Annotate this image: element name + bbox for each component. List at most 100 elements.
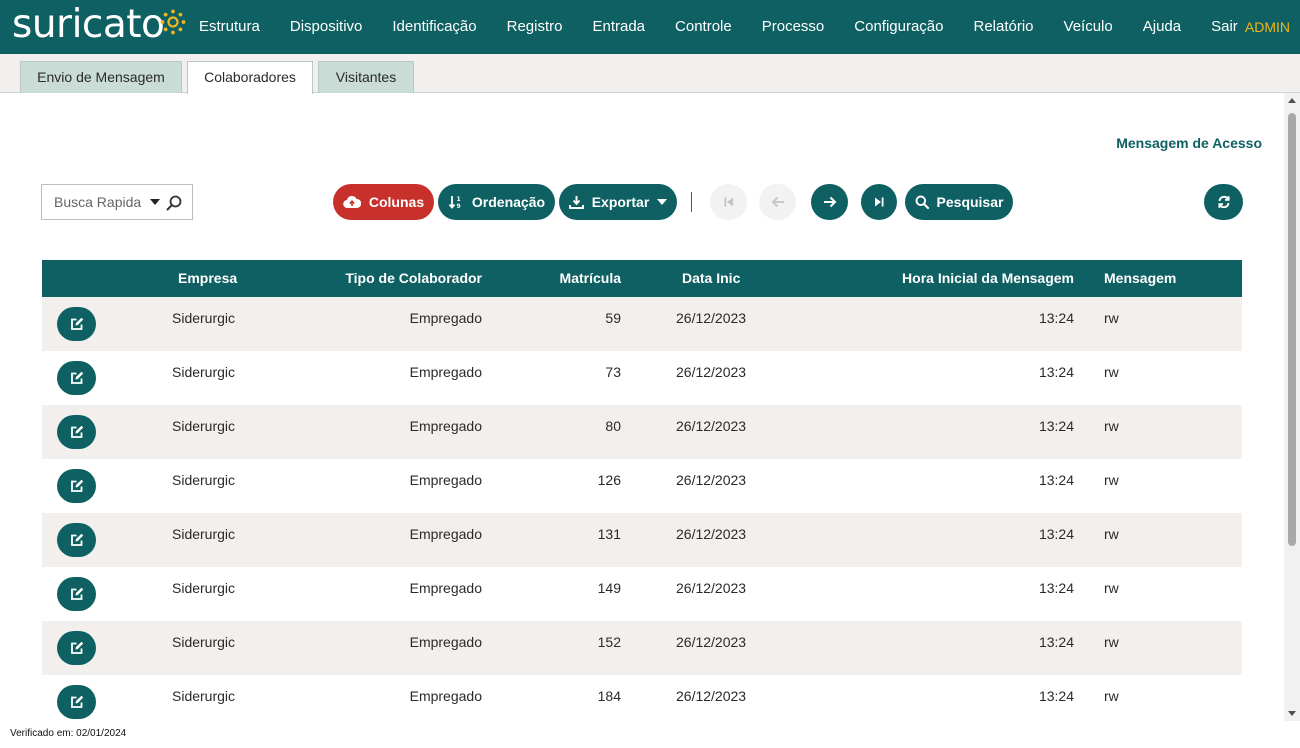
sort-button[interactable]: 1 9 Ordenação — [438, 184, 555, 220]
search-input[interactable] — [42, 185, 142, 219]
menu-ajuda[interactable]: Ajuda — [1128, 0, 1196, 54]
caret-down-icon — [657, 199, 668, 205]
menu-estrutura[interactable]: Estrutura — [184, 0, 275, 54]
column-header-tipo[interactable]: Tipo de Colaborador — [345, 260, 482, 297]
top-navbar: suricato Estrutura Dispositivo Identific… — [0, 0, 1300, 54]
arrow-right-icon — [823, 196, 836, 208]
column-header-empresa[interactable]: Empresa — [178, 260, 237, 297]
user-name[interactable]: ADMIN — [1245, 0, 1290, 54]
cell-hora: 13:24 — [1038, 688, 1074, 704]
table-row: Siderurgic Empregado 152 26/12/2023 13:24 rw — [42, 621, 1242, 675]
scrollbar[interactable] — [1284, 93, 1300, 721]
next-page-button[interactable] — [811, 184, 848, 220]
menu-entrada[interactable]: Entrada — [577, 0, 660, 54]
cell-data: 26/12/2023 — [676, 364, 747, 380]
page-title: Mensagem de Acesso — [1116, 135, 1262, 151]
edit-icon — [70, 695, 83, 708]
search-button[interactable]: Pesquisar — [905, 184, 1013, 220]
edit-button[interactable] — [57, 361, 96, 395]
edit-button[interactable] — [57, 631, 96, 665]
cell-data: 26/12/2023 — [676, 634, 747, 650]
cell-hora: 13:24 — [1038, 634, 1074, 650]
cell-empresa: Siderurgic — [172, 580, 236, 596]
scroll-up-arrow[interactable] — [1288, 98, 1296, 103]
export-button-label: Exportar — [591, 194, 650, 210]
cell-tipo: Empregado — [409, 580, 482, 596]
cell-tipo: Empregado — [409, 688, 482, 704]
cell-tipo: Empregado — [409, 472, 482, 488]
previous-page-button[interactable] — [759, 184, 796, 220]
tab-bar: Envio de Mensagem Colaboradores Visitant… — [0, 54, 1300, 94]
cell-hora: 13:24 — [1038, 580, 1074, 596]
edit-icon — [70, 533, 83, 546]
last-page-icon — [875, 197, 884, 207]
column-header-matricula[interactable]: Matrícula — [560, 260, 621, 297]
cell-tipo: Empregado — [409, 634, 482, 650]
cell-mensagem: rw — [1104, 580, 1119, 596]
cell-mensagem: rw — [1104, 688, 1119, 704]
edit-button[interactable] — [57, 685, 96, 719]
quick-search — [41, 184, 193, 220]
menu-identificacao[interactable]: Identificação — [377, 0, 491, 54]
chevron-down-icon[interactable] — [150, 199, 160, 205]
menu-controle[interactable]: Controle — [660, 0, 747, 54]
edit-button[interactable] — [57, 415, 96, 449]
last-page-button[interactable] — [861, 184, 897, 220]
table-row: Siderurgic Empregado 59 26/12/2023 13:24 rw — [42, 297, 1242, 351]
cell-matricula: 59 — [605, 310, 621, 326]
cell-mensagem: rw — [1104, 634, 1119, 650]
refresh-button[interactable] — [1204, 184, 1243, 220]
tab-colaboradores[interactable]: Colaboradores — [187, 61, 313, 94]
cell-tipo: Empregado — [409, 310, 482, 326]
first-page-icon — [724, 197, 733, 207]
cell-hora: 13:24 — [1038, 526, 1074, 542]
cell-data: 26/12/2023 — [676, 688, 747, 704]
cell-matricula: 73 — [605, 364, 621, 380]
edit-button[interactable] — [57, 469, 96, 503]
cell-mensagem: rw — [1104, 526, 1119, 542]
search-icon[interactable] — [165, 194, 183, 212]
scroll-down-arrow[interactable] — [1288, 711, 1296, 716]
menu-processo[interactable]: Processo — [747, 0, 840, 54]
cell-matricula: 149 — [597, 580, 621, 596]
cell-mensagem: rw — [1104, 472, 1119, 488]
first-page-button[interactable] — [710, 184, 747, 220]
logo-text: suricato — [12, 2, 165, 47]
column-header-data[interactable]: Data Inic — [682, 260, 740, 297]
logo[interactable]: suricato — [12, 3, 188, 47]
cell-tipo: Empregado — [409, 526, 482, 542]
data-table: Empresa Tipo de Colaborador Matrícula Da… — [42, 260, 1242, 729]
cell-hora: 13:24 — [1038, 310, 1074, 326]
footer — [0, 721, 1300, 748]
menu-configuracao[interactable]: Configuração — [839, 0, 958, 54]
tab-visitantes[interactable]: Visitantes — [318, 61, 414, 93]
scroll-thumb[interactable] — [1288, 113, 1296, 546]
edit-button[interactable] — [57, 307, 96, 341]
menu-dispositivo[interactable]: Dispositivo — [275, 0, 378, 54]
edit-button[interactable] — [57, 577, 96, 611]
arrow-left-icon — [771, 196, 784, 208]
cell-matricula: 152 — [597, 634, 621, 650]
tab-envio-de-mensagem[interactable]: Envio de Mensagem — [20, 61, 182, 93]
main-menu: Estrutura Dispositivo Identificação Regi… — [184, 0, 1253, 54]
menu-veiculo[interactable]: Veículo — [1049, 0, 1128, 54]
cell-data: 26/12/2023 — [676, 472, 747, 488]
column-header-hora[interactable]: Hora Inicial da Mensagem — [902, 260, 1074, 297]
search-button-label: Pesquisar — [936, 194, 1004, 210]
menu-registro[interactable]: Registro — [492, 0, 578, 54]
columns-button[interactable]: Colunas — [333, 184, 434, 220]
cell-tipo: Empregado — [409, 364, 482, 380]
export-button[interactable]: Exportar — [559, 184, 677, 220]
edit-icon — [70, 641, 83, 654]
sort-icon: 1 9 — [448, 196, 461, 209]
column-header-mensagem[interactable]: Mensagem — [1104, 260, 1176, 297]
refresh-icon — [1217, 195, 1230, 209]
magnifier-icon — [915, 195, 929, 209]
toolbar-divider — [691, 192, 692, 212]
menu-relatorio[interactable]: Relatório — [959, 0, 1049, 54]
edit-icon — [70, 425, 83, 438]
cell-matricula: 184 — [597, 688, 621, 704]
edit-button[interactable] — [57, 523, 96, 557]
edit-icon — [70, 587, 83, 600]
table-row: Siderurgic Empregado 131 26/12/2023 13:24 rw — [42, 513, 1242, 567]
